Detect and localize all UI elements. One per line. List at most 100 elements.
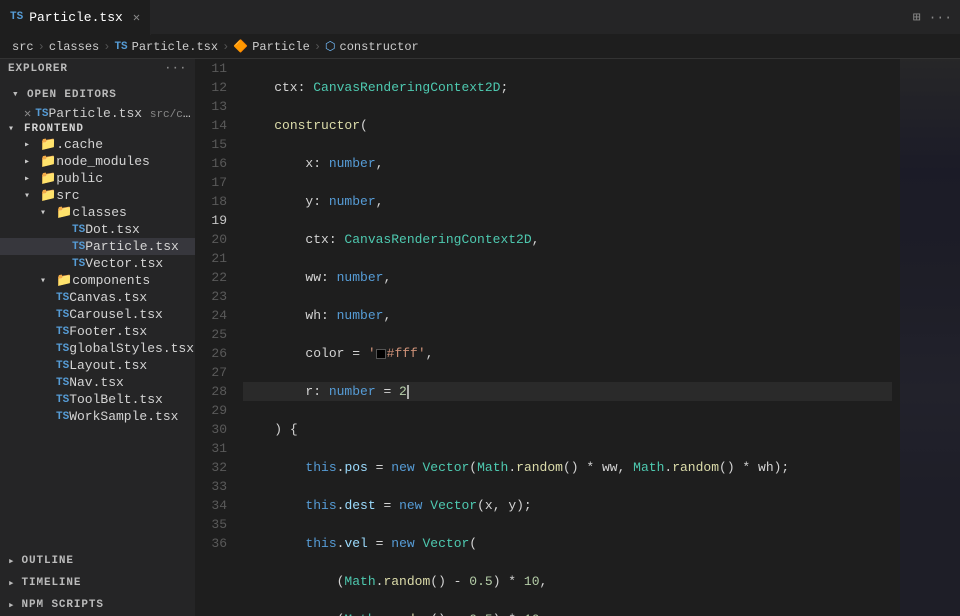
active-tab[interactable]: TS Particle.tsx ✕ [0,0,151,35]
code-line-24: (Math.random() - 0.5) * 10, [243,572,892,591]
outline-arrow: ▸ [8,554,16,568]
toolbelt-ts-icon: TS [56,394,69,406]
layout-ts-icon: TS [56,360,69,372]
open-editor-item[interactable]: ✕ TS Particle.tsx src/cl... [0,105,195,122]
frontend-section[interactable]: ▾ FRONTEND [0,122,195,136]
tree-item-globalstyles[interactable]: TS globalStyles.tsx [0,340,195,357]
src-arrow: ▾ [24,190,40,202]
tree-item-layout[interactable]: TS Layout.tsx [0,357,195,374]
code-line-19: r: number = 2 [243,382,892,401]
tree-item-classes[interactable]: ▾ 📁 classes [0,204,195,221]
top-bar: TS Particle.tsx ✕ ⊞ ··· [0,0,960,35]
worksample-label: WorkSample.tsx [69,409,195,424]
explorer-title: EXPLORER [8,63,68,75]
nav-ts-icon: TS [56,377,69,389]
code-line-20: ) { [243,420,892,439]
components-arrow: ▾ [40,275,56,287]
frontend-arrow: ▾ [8,123,24,135]
breadcrumb-src[interactable]: src [12,40,34,54]
npm-scripts-panel[interactable]: ▸ NPM SCRIPTS [0,594,195,616]
breadcrumb-sep3: › [222,40,229,54]
tree-item-vector[interactable]: TS Vector.tsx [0,255,195,272]
code-area[interactable]: 11 12 13 14 15 16 17 18 19 20 21 22 23 2… [195,59,960,616]
footer-ts-icon: TS [56,326,69,338]
vector-label: Vector.tsx [85,256,195,271]
breadcrumb-method[interactable]: constructor [340,40,419,54]
npm-scripts-arrow: ▸ [8,598,16,612]
components-label: components [72,273,195,288]
breadcrumb-sep4: › [314,40,321,54]
particle-ts-icon: TS [72,241,85,253]
tree-item-carousel[interactable]: TS Carousel.tsx [0,306,195,323]
classes-label: classes [72,205,195,220]
tree-item-node-modules[interactable]: ▸ 📁 node_modules [0,153,195,170]
cache-label: .cache [56,137,195,152]
dot-label: Dot.tsx [85,222,195,237]
tree-item-footer[interactable]: TS Footer.tsx [0,323,195,340]
more-actions-icon[interactable]: ··· [929,10,952,25]
footer-label: Footer.tsx [69,324,195,339]
line-numbers: 11 12 13 14 15 16 17 18 19 20 21 22 23 2… [195,59,235,616]
dot-ts-icon: TS [72,224,85,236]
code-line-14: y: number, [243,192,892,211]
breadcrumb-class[interactable]: Particle [252,40,310,54]
tree-item-src[interactable]: ▾ 📁 src [0,187,195,204]
minimap[interactable] [900,59,960,616]
minimap-content [900,59,960,616]
cache-folder-icon: 📁 [40,137,56,152]
worksample-ts-icon: TS [56,411,69,423]
tree-item-public[interactable]: ▸ 📁 public [0,170,195,187]
frontend-title: FRONTEND [24,123,195,135]
tab-close-button[interactable]: ✕ [133,10,140,25]
open-editors-arrow[interactable]: ▾ [12,89,20,101]
node-modules-folder-icon: 📁 [40,154,56,169]
src-label: src [56,188,195,203]
code-content[interactable]: ctx: CanvasRenderingContext2D; construct… [235,59,900,616]
breadcrumb-method-icon: ⬡ [325,39,335,54]
toolbelt-label: ToolBelt.tsx [69,392,195,407]
top-bar-actions: ⊞ ··· [913,10,960,25]
breadcrumb-file[interactable]: Particle.tsx [132,40,218,54]
breadcrumb-class-icon: 🔶 [233,39,248,54]
breadcrumb-classes[interactable]: classes [49,40,99,54]
tree-item-particle[interactable]: TS Particle.tsx [0,238,195,255]
public-arrow: ▸ [24,173,40,185]
tree-item-worksample[interactable]: TS WorkSample.tsx [0,408,195,425]
outline-panel[interactable]: ▸ OUTLINE [0,550,195,572]
open-editor-label: Particle.tsx src/cl... [48,106,195,121]
explorer-header: EXPLORER ··· [0,59,195,79]
main-layout: EXPLORER ··· ▾ OPEN EDITORS ✕ TS Particl… [0,59,960,616]
breadcrumb-ts-icon: TS [114,41,127,53]
tree-item-dot[interactable]: TS Dot.tsx [0,221,195,238]
explorer-more-icon[interactable]: ··· [165,63,187,75]
timeline-panel[interactable]: ▸ TIMELINE [0,572,195,594]
breadcrumb-sep2: › [103,40,110,54]
code-line-17: wh: number, [243,306,892,325]
code-line-11: ctx: CanvasRenderingContext2D; [243,78,892,97]
tree-item-toolbelt[interactable]: TS ToolBelt.tsx [0,391,195,408]
tab-label: Particle.tsx [29,10,123,25]
public-folder-icon: 📁 [40,171,56,186]
code-line-15: ctx: CanvasRenderingContext2D, [243,230,892,249]
close-editor-icon[interactable]: ✕ [24,106,31,121]
split-editor-icon[interactable]: ⊞ [913,10,921,25]
nav-label: Nav.tsx [69,375,195,390]
tree-item-components[interactable]: ▾ 📁 components [0,272,195,289]
globalstyles-ts-icon: TS [56,343,69,355]
tree-item-nav[interactable]: TS Nav.tsx [0,374,195,391]
components-folder-icon: 📁 [56,273,72,288]
tree-item-cache[interactable]: ▸ 📁 .cache [0,136,195,153]
globalstyles-label: globalStyles.tsx [69,341,195,356]
tree-item-canvas[interactable]: TS Canvas.tsx [0,289,195,306]
code-line-23: this.vel = new Vector( [243,534,892,553]
sidebar: EXPLORER ··· ▾ OPEN EDITORS ✕ TS Particl… [0,59,195,616]
vector-ts-icon: TS [72,258,85,270]
code-line-25: (Math.random() - 0.5) * 10 [243,610,892,616]
timeline-arrow: ▸ [8,576,16,590]
breadcrumb: src › classes › TS Particle.tsx › 🔶 Part… [0,35,960,59]
code-line-12: constructor( [243,116,892,135]
canvas-label: Canvas.tsx [69,290,195,305]
layout-label: Layout.tsx [69,358,195,373]
public-label: public [56,171,195,186]
outline-label: OUTLINE [22,555,74,567]
